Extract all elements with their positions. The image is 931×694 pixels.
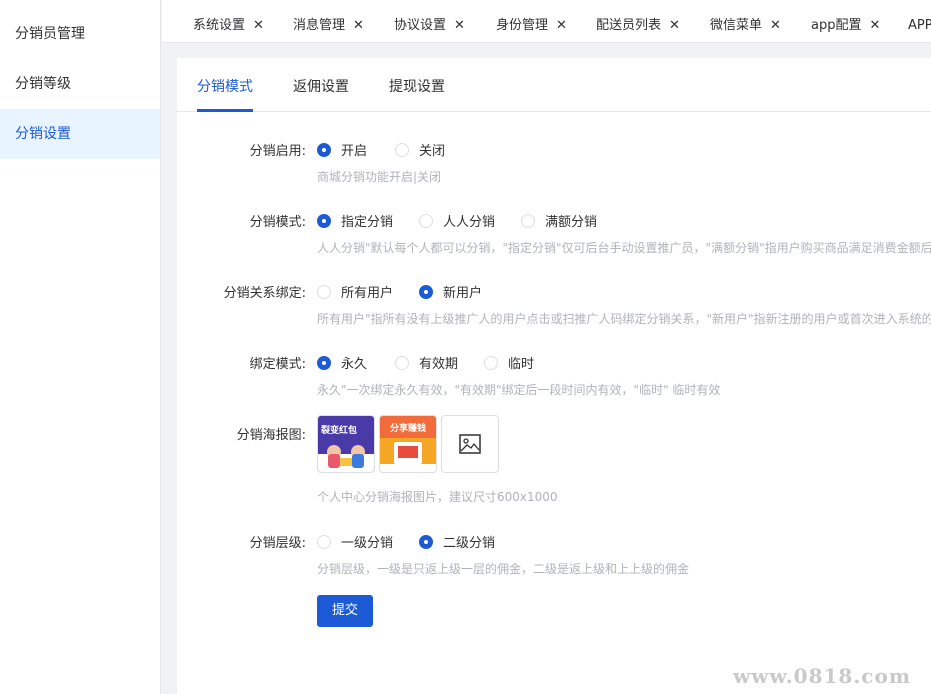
hint-level: 分销层级，一级是只返上级一层的佣金，二级是返上级和上上级的佣金 [317,562,690,576]
watermark: www.0818.com [733,664,911,688]
close-icon[interactable]: ✕ [770,18,781,33]
radio-dot [395,143,409,157]
tag-label: 系统设置 [193,18,246,33]
radio-label: 关闭 [419,144,446,159]
sidebar-item-distribution-level[interactable]: 分销等级 [0,59,160,109]
label-enable: 分销启用: [249,144,306,159]
label-mode: 分销模式: [249,215,306,230]
close-icon[interactable]: ✕ [454,18,465,33]
radio-mode-everyone[interactable]: 人人分销 [419,211,495,230]
radio-level-two[interactable]: 二级分销 [419,532,495,551]
tag-label: 协议设置 [394,18,447,33]
sidebar-item-distribution-settings[interactable]: 分销设置 [0,109,160,159]
radio-dot [317,535,331,549]
radio-label: 所有用户 [341,286,394,301]
radio-label: 有效期 [419,357,459,372]
hint-enable: 商城分销功能开启|关闭 [317,170,442,184]
settings-panel: 分销模式 返佣设置 提现设置 分销启用: 分销模式: 分销关系绑定: 绑定模式:… [177,58,931,694]
radio-label: 指定分销 [341,215,394,230]
radio-dot [395,356,409,370]
tag-courier-list[interactable]: 配送员列表 ✕ [596,0,680,42]
radio-label: 临时 [508,357,535,372]
tag-system-settings[interactable]: 系统设置 ✕ [193,0,264,42]
radio-dot [521,214,535,228]
radio-binding-all-users[interactable]: 所有用户 [317,282,393,301]
close-icon[interactable]: ✕ [353,18,364,33]
radio-bind-validity[interactable]: 有效期 [395,353,458,372]
tag-wechat-menu[interactable]: 微信菜单 ✕ [710,0,781,42]
tag-app-config[interactable]: app配置 ✕ [811,0,880,42]
tab-withdrawal-settings[interactable]: 提现设置 [389,76,445,96]
radio-dot [419,535,433,549]
radio-binding-new-users[interactable]: 新用户 [419,282,482,301]
label-poster: 分销海报图: [236,428,306,443]
radio-dot [484,356,498,370]
poster-upload-button[interactable] [441,415,499,473]
radio-label: 永久 [341,357,368,372]
radio-mode-designated[interactable]: 指定分销 [317,211,393,230]
tag-bar: 系统设置 ✕ 消息管理 ✕ 协议设置 ✕ 身份管理 ✕ 配送员列表 ✕ 微信菜单 ✕ app… [162,0,931,43]
radio-label: 新用户 [443,286,483,301]
tag-agreement-settings[interactable]: 协议设置 ✕ [394,0,465,42]
sidebar-item-distributor-management[interactable]: 分销员管理 [0,9,160,59]
radio-enable-on[interactable]: 开启 [317,140,367,159]
radio-dot [317,285,331,299]
label-bind-mode: 绑定模式: [249,357,306,372]
label-level: 分销层级: [249,536,306,551]
radio-label: 满额分销 [545,215,598,230]
tag-label: 配送员列表 [596,18,662,33]
hint-mode: 人人分销"默认每个人都可以分销，"指定分销"仅可后台手动设置推广员，"满额分销"… [317,241,931,255]
radio-dot [317,143,331,157]
tag-label: APP [908,18,931,33]
tag-app[interactable]: APP [908,0,931,42]
radio-label: 人人分销 [443,215,496,230]
tag-label: 微信菜单 [710,18,763,33]
radio-enable-off[interactable]: 关闭 [395,140,445,159]
tag-identity-management[interactable]: 身份管理 ✕ [496,0,567,42]
radio-bind-permanent[interactable]: 永久 [317,353,367,372]
radio-dot [317,214,331,228]
tag-label: 身份管理 [496,18,549,33]
hint-binding: 所有用户"指所有没有上级推广人的用户点击或扫推广人码绑定分销关系，"新用户"指新… [317,312,931,326]
radio-label: 二级分销 [443,536,496,551]
close-icon[interactable]: ✕ [869,18,880,33]
tag-message-management[interactable]: 消息管理 ✕ [293,0,364,42]
radio-label: 一级分销 [341,536,394,551]
poster-thumbnail-2[interactable]: 分享赚钱 [379,415,437,473]
sidebar: 分销员管理 分销等级 分销设置 [0,0,161,694]
radio-dot [419,214,433,228]
poster-1-text: 裂变红包 [321,426,358,436]
tag-label: 消息管理 [293,18,346,33]
poster-thumbnail-1[interactable]: 裂变红包 [317,415,375,473]
poster-2-text: 分享赚钱 [390,424,427,434]
form-labels: 分销启用: 分销模式: 分销关系绑定: 绑定模式: 分销海报图: 分销层级: [177,58,306,694]
radio-dot [419,285,433,299]
tag-label: app配置 [811,18,862,33]
radio-label: 开启 [341,144,368,159]
close-icon[interactable]: ✕ [253,18,264,33]
radio-bind-temporary[interactable]: 临时 [484,353,534,372]
label-binding: 分销关系绑定: [223,286,306,301]
radio-dot [317,356,331,370]
close-icon[interactable]: ✕ [669,18,680,33]
radio-level-one[interactable]: 一级分销 [317,532,393,551]
radio-mode-threshold[interactable]: 满额分销 [521,211,597,230]
close-icon[interactable]: ✕ [556,18,567,33]
image-icon [459,434,481,454]
submit-button[interactable]: 提交 [317,595,373,627]
hint-bind-mode: 永久"一次绑定永久有效，"有效期"绑定后一段时间内有效，"临时" 临时有效 [317,383,721,397]
hint-poster: 个人中心分销海报图片，建议尺寸600x1000 [317,490,558,504]
